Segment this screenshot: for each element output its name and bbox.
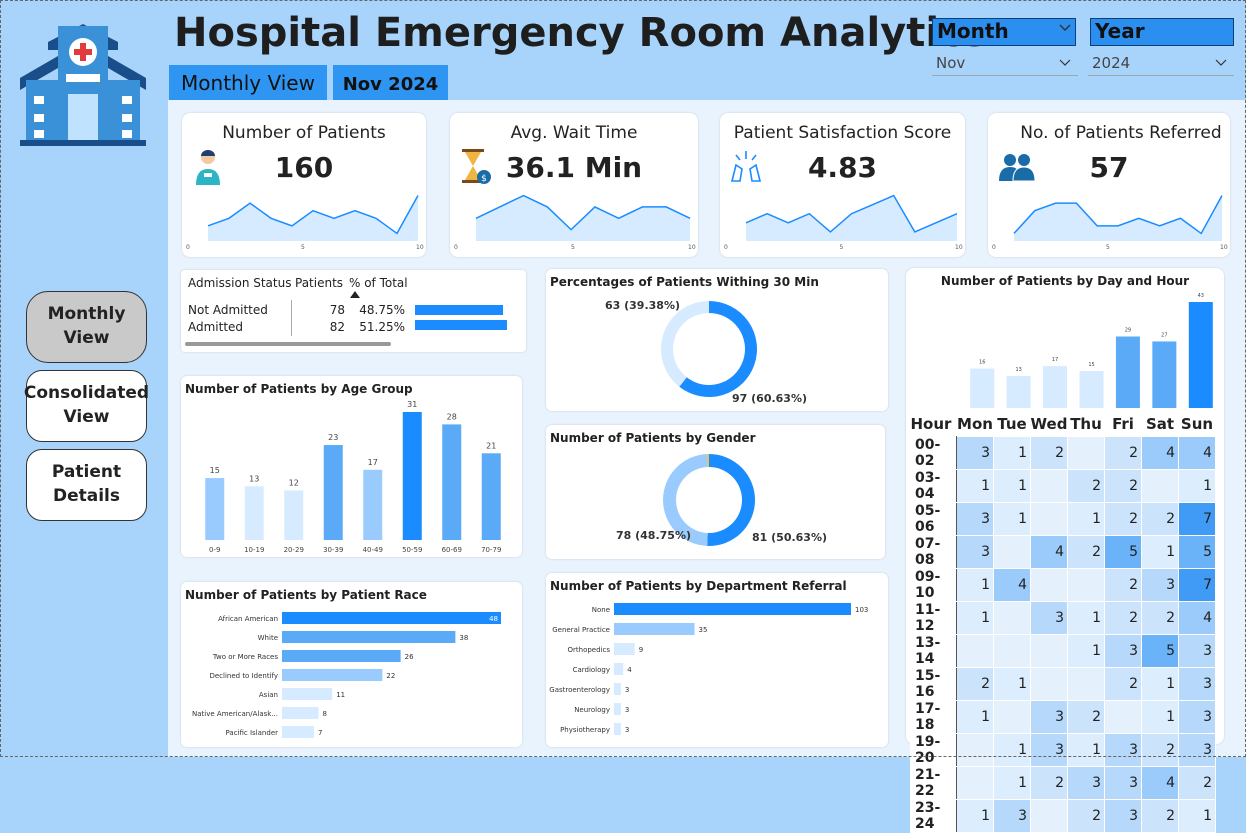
heatmap-hour-label: 21-22 [910,766,957,800]
heatmap-cell: 1 [956,799,994,833]
heatmap-cell: 3 [1067,766,1105,800]
heatmap-cell: 3 [1104,766,1142,800]
heatmap-cell: 4 [1141,766,1179,800]
heatmap-cell: 2 [1067,799,1105,833]
heatmap-cell: 3 [993,799,1031,833]
heatmap-cell: 2 [1178,766,1216,800]
heatmap-cell: 2 [1141,799,1179,833]
heatmap-cell: 1 [993,766,1031,800]
heatmap-cell: 2 [1030,766,1068,800]
heatmap-cell: 1 [1178,799,1216,833]
page-frame [0,0,1246,757]
heatmap-hour-label: 23-24 [910,799,957,833]
heatmap-row: 23-24 1 3 2 3 2 1 [910,799,1216,833]
heatmap-cell [1030,799,1068,833]
heatmap-row: 21-22 1 2 3 3 4 2 [910,766,1216,800]
heatmap-cell: 3 [1104,799,1142,833]
heatmap-cell [956,766,994,800]
